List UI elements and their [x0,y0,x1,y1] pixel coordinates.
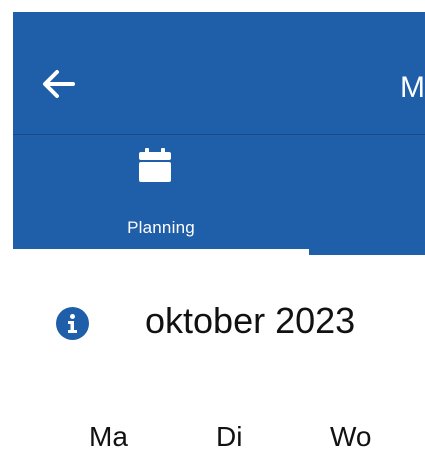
left-frame [0,0,13,461]
arrow-left-icon [43,70,75,98]
calendar-icon [139,148,171,182]
screen: M Planning oktober 2023 Ma Di Wo [0,0,425,461]
tab-planning-label: Planning [127,218,195,237]
app-title: M [400,71,425,104]
back-button[interactable] [38,64,78,104]
weekday-wed: Wo [330,421,372,452]
info-icon[interactable] [56,307,89,340]
month-title: oktober 2023 [145,300,356,341]
tab-planning[interactable]: Planning [13,135,309,249]
top-strip [0,0,425,12]
weekday-mon: Ma [89,421,128,452]
weekday-tue: Di [216,421,243,452]
